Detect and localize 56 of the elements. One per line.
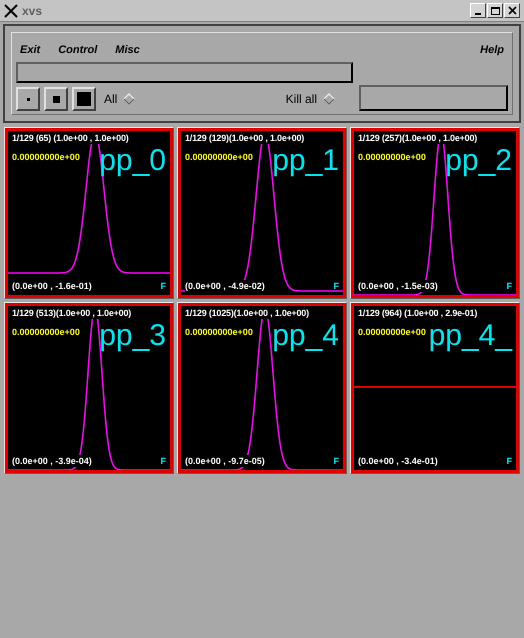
menu-item[interactable]: Control [58, 42, 98, 58]
text-field[interactable] [359, 85, 508, 111]
plot-coordinates: (0.0e+00 , -1.6e-01) [12, 280, 92, 292]
plot-panel[interactable]: 1/129 (65) (1.0e+00 , 1.0e+00) 0.00000000e+00 pp_0 (0.0e+00 , -1.6e-01) F [5, 128, 173, 298]
plot-value: 0.00000000e+00 [358, 151, 426, 163]
point-size-button[interactable] [72, 87, 96, 111]
flag-label: F [334, 455, 339, 467]
diamond-icon [123, 93, 136, 105]
flag-label: F [160, 280, 166, 292]
plot-label: pp_3 [99, 320, 166, 352]
maximize-button[interactable] [487, 3, 503, 18]
plot-header: 1/129 (129)(1.0e+00 , 1.0e+00) [185, 132, 304, 144]
plot-coordinates: (0.0e+00 , -3.4e-01) [358, 455, 438, 467]
flag-label: F [506, 455, 512, 467]
plot-panel[interactable]: 1/129 (1025)(1.0e+00 , 1.0e+00) 0.00000000e+00 pp_4 (0.0e+00 , -9.7e-05) F [178, 303, 346, 473]
plot-value: 0.00000000e+00 [12, 326, 80, 338]
plot-label: pp_1 [272, 145, 339, 177]
text-field[interactable] [16, 62, 353, 83]
maximize-icon [490, 6, 500, 14]
plot-value: 0.00000000e+00 [358, 326, 426, 338]
plot-coordinates: (0.0e+00 , -9.7e-05) [185, 455, 265, 467]
menu-item[interactable]: Misc [115, 42, 140, 58]
plot-header: 1/129 (1025)(1.0e+00 , 1.0e+00) [185, 307, 309, 319]
diamond-icon [323, 93, 335, 105]
plot-value: 0.00000000e+00 [185, 151, 253, 163]
point-size-button[interactable] [16, 87, 40, 111]
plot-panel[interactable]: 1/129 (513)(1.0e+00 , 1.0e+00) 0.00000000e+00 pp_3 (0.0e+00 , -3.9e-04) F [5, 303, 173, 473]
close-button[interactable] [504, 3, 520, 18]
plot-coordinates: (0.0e+00 , -1.5e-03) [358, 280, 438, 292]
plot-coordinates: (0.0e+00 , -4.9e-02) [185, 280, 265, 292]
plot-header: 1/129 (65) (1.0e+00 , 1.0e+00) [12, 132, 129, 144]
help-menu[interactable]: Help [480, 42, 504, 58]
flag-label: F [160, 455, 166, 467]
option-menu[interactable]: All [104, 90, 136, 108]
plot-label: pp_4 [272, 320, 339, 352]
plot-label: pp_0 [99, 145, 166, 177]
minimize-button[interactable] [470, 3, 486, 18]
plot-label: pp_4_ [428, 320, 512, 352]
minimize-icon [475, 12, 481, 14]
plot-panel[interactable]: 1/129 (129)(1.0e+00 , 1.0e+00) 0.00000000e+00 pp_1 (0.0e+00 , -4.9e-02) F [178, 128, 346, 298]
menu-item[interactable]: Exit [20, 42, 40, 58]
point-size-button[interactable] [44, 87, 68, 111]
window-title: xvs [22, 2, 42, 20]
plot-coordinates: (0.0e+00 , -3.9e-04) [12, 455, 92, 467]
close-icon [508, 6, 516, 15]
plot-header: 1/129 (257)(1.0e+00 , 1.0e+00) [358, 132, 478, 144]
option-menu[interactable]: Kill all [286, 90, 335, 108]
plot-label: pp_2 [445, 145, 512, 177]
plot-value: 0.00000000e+00 [185, 326, 253, 338]
plot-header: 1/129 (964) (1.0e+00 , 2.9e-01) [358, 307, 478, 319]
plot-panel[interactable]: 1/129 (257)(1.0e+00 , 1.0e+00) 0.00000000e+00 pp_2 (0.0e+00 , -1.5e-03) F [351, 128, 519, 298]
plot-value: 0.00000000e+00 [12, 151, 80, 163]
plot-header: 1/129 (513)(1.0e+00 , 1.0e+00) [12, 307, 132, 319]
flag-label: F [334, 280, 339, 292]
x-logo-icon [4, 4, 18, 18]
flag-label: F [506, 280, 512, 292]
